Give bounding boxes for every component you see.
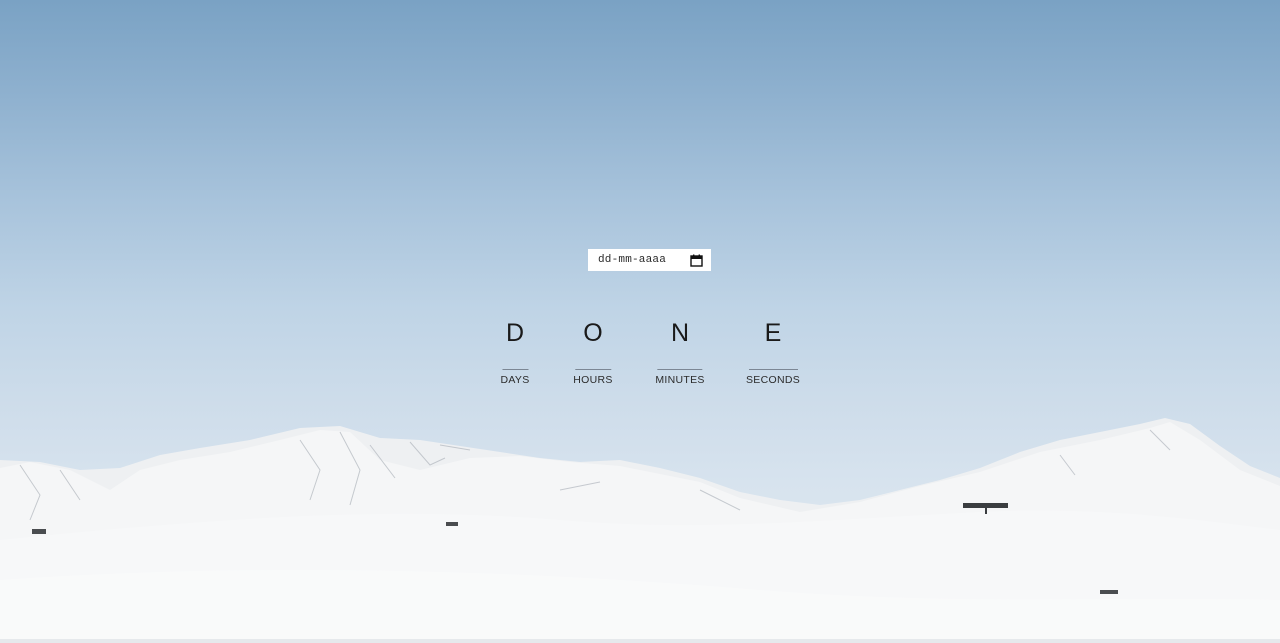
countdown-days-value: D bbox=[505, 319, 525, 347]
countdown-hours-value: O bbox=[583, 319, 603, 347]
date-input-placeholder: dd-mm-aaaa bbox=[598, 254, 667, 266]
calendar-icon[interactable] bbox=[690, 254, 703, 267]
countdown: D DAYS O HOURS N MINUTES E SECONDS bbox=[0, 318, 1280, 398]
countdown-hours: O HOURS bbox=[573, 318, 612, 386]
countdown-minutes-value: N bbox=[670, 319, 690, 347]
divider bbox=[657, 369, 703, 370]
divider bbox=[574, 369, 611, 370]
divider bbox=[748, 369, 798, 370]
countdown-hours-label: HOURS bbox=[573, 374, 613, 386]
countdown-seconds-value: E bbox=[764, 319, 782, 347]
divider bbox=[501, 369, 528, 370]
bottom-edge bbox=[0, 639, 1280, 643]
countdown-days-label: DAYS bbox=[500, 374, 530, 386]
countdown-minutes: N MINUTES bbox=[655, 318, 704, 386]
countdown-seconds-label: SECONDS bbox=[745, 374, 801, 386]
date-input[interactable]: dd-mm-aaaa bbox=[588, 249, 711, 271]
countdown-seconds: E SECONDS bbox=[746, 318, 800, 386]
countdown-days: D DAYS bbox=[500, 318, 529, 386]
countdown-minutes-label: MINUTES bbox=[655, 374, 705, 386]
